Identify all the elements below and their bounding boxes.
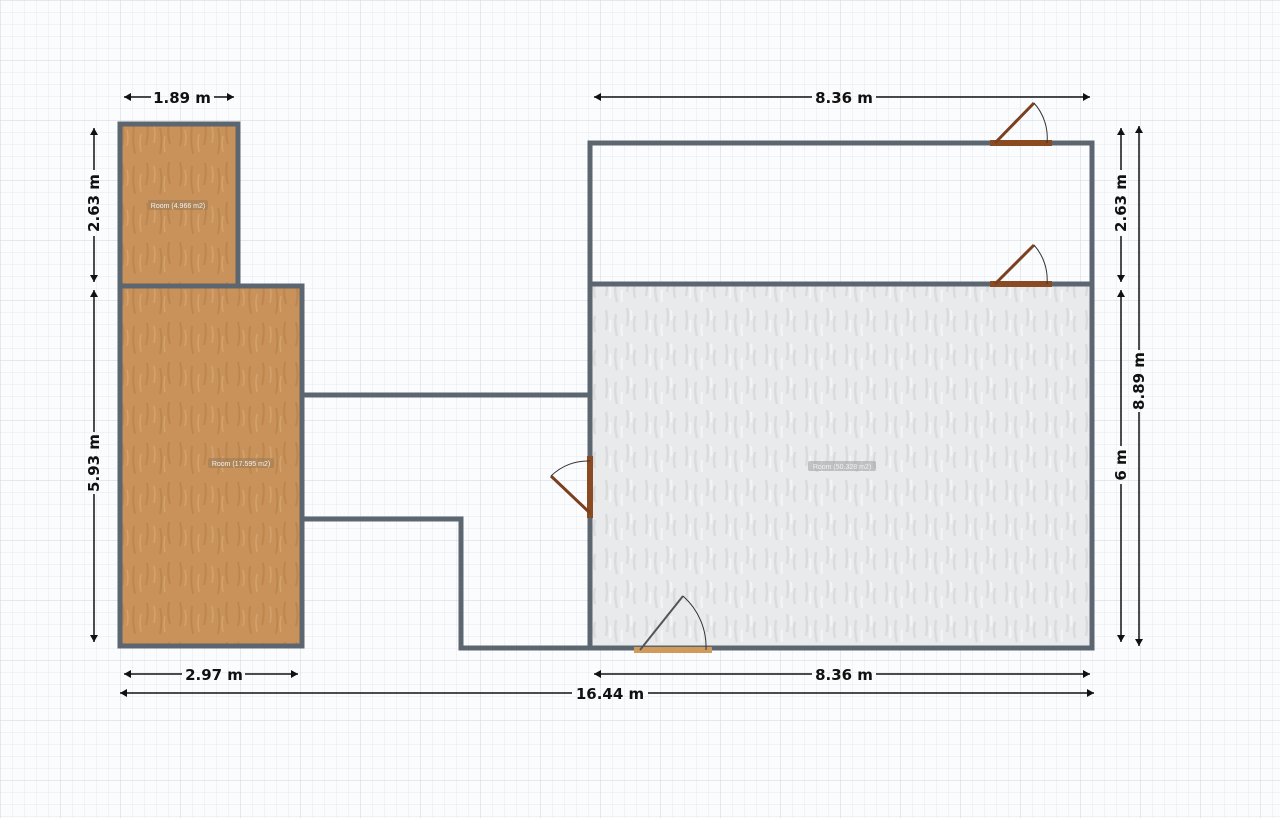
svg-text:6 m: 6 m [1112, 449, 1130, 480]
svg-text:2.63 m: 2.63 m [1112, 174, 1130, 232]
room-label-large: Room (50.328 m2) [808, 461, 876, 471]
svg-text:8.36 m: 8.36 m [815, 666, 873, 684]
svg-text:16.44 m: 16.44 m [576, 685, 644, 703]
svg-text:2.97 m: 2.97 m [185, 666, 243, 684]
svg-text:Room (50.328 m2): Room (50.328 m2) [813, 464, 871, 471]
floor-plan-canvas[interactable]: Room (4.966 m2) Room (17.595 m2) Room (5… [0, 0, 1280, 818]
svg-text:5.93 m: 5.93 m [85, 434, 103, 492]
svg-text:8.89 m: 8.89 m [1130, 352, 1148, 410]
svg-text:Room (4.966 m2): Room (4.966 m2) [151, 203, 205, 210]
svg-text:Room (17.595 m2): Room (17.595 m2) [212, 461, 270, 468]
svg-text:8.36 m: 8.36 m [815, 89, 873, 107]
room-label-small: Room (4.966 m2) [148, 200, 208, 210]
room-label-left: Room (17.595 m2) [208, 458, 274, 468]
svg-text:2.63 m: 2.63 m [85, 174, 103, 232]
svg-text:1.89 m: 1.89 m [153, 89, 211, 107]
